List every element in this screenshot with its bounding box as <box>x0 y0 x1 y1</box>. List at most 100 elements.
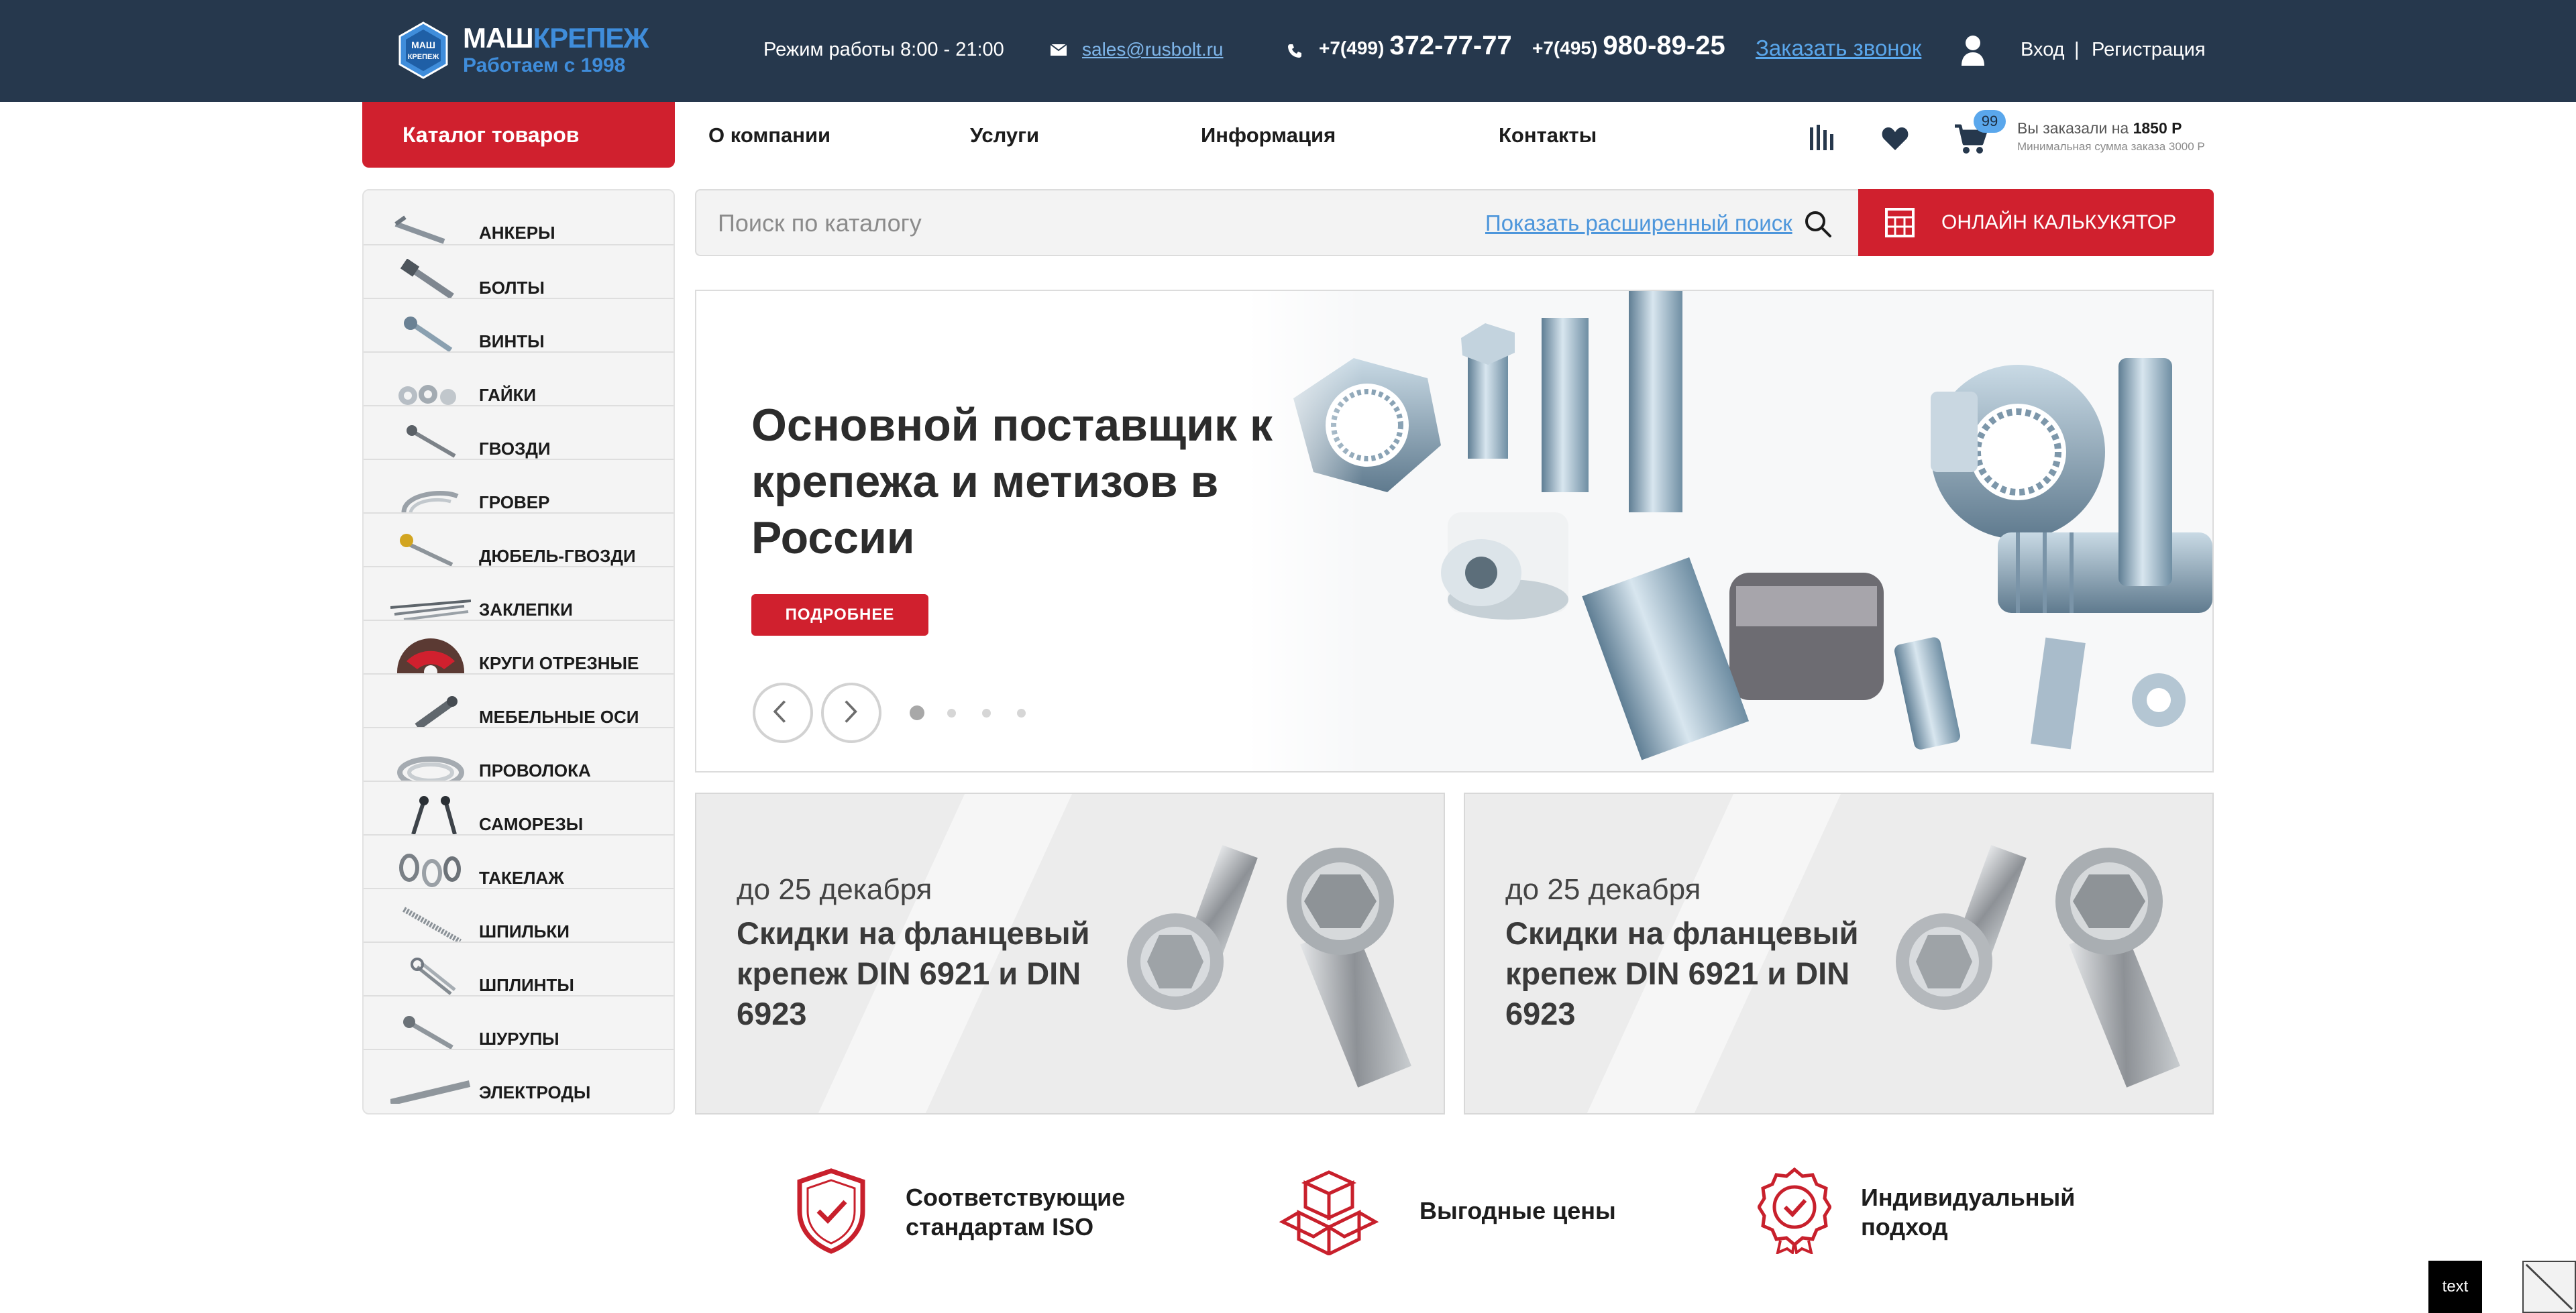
promo-card[interactable]: до 25 декабря Скидки на фланцевый крепеж… <box>695 793 1445 1115</box>
svg-text:МАШ: МАШ <box>411 40 435 50</box>
sidebar-item-cotter-pins[interactable]: ШПЛИНТЫ <box>364 941 674 995</box>
cart-summary[interactable]: Вы заказали на 1850 Р Минимальная сумма … <box>2017 119 2205 154</box>
promo-card[interactable]: до 25 декабря Скидки на фланцевый крепеж… <box>1464 793 2214 1115</box>
feature-iso-text: Соответствующие стандартам ISO <box>906 1184 1126 1241</box>
award-badge-icon <box>1758 1167 1831 1254</box>
user-icon[interactable] <box>1960 35 1986 66</box>
phone-number-1[interactable]: +7(499) 372-77-77 <box>1319 31 1512 63</box>
hero-slide-dot-3[interactable] <box>982 709 991 718</box>
promo-title: Скидки на фланцевый крепеж DIN 6921 и DI… <box>1505 915 1859 1031</box>
sidebar-item-label: МЕБЕЛЬНЫЕ ОСИ <box>479 707 639 727</box>
sidebar-item-label: АНКЕРЫ <box>479 223 555 243</box>
sidebar-item-cutting-discs[interactable]: КРУГИ ОТРЕЗНЫЕ <box>364 620 674 675</box>
sidebar-item-rigging[interactable]: ТАКЕЛАЖ <box>364 834 674 888</box>
rivet-thumb-icon <box>390 600 471 621</box>
sidebar-item-anchors[interactable]: АНКЕРЫ <box>364 190 674 244</box>
callback-link[interactable]: Заказать звонок <box>1756 34 1921 63</box>
sidebar-item-label: ЭЛЕКТРОДЫ <box>479 1082 591 1102</box>
sidebar-item-self-tapping-screws[interactable]: САМОРЕЗЫ <box>364 781 674 835</box>
sidebar-item-grover[interactable]: ГРОВЕР <box>364 459 674 513</box>
sidebar-item-label: ТАКЕЛАЖ <box>479 868 564 888</box>
sidebar-item-wood-screws[interactable]: ШУРУПЫ <box>364 995 674 1050</box>
dowel-nail-thumb-icon <box>400 534 453 567</box>
hero-more-button[interactable]: ПОДРОБНЕЕ <box>751 594 928 636</box>
auth-separator: | <box>2074 39 2080 60</box>
sidebar-item-label: ШПИЛЬКИ <box>479 921 570 941</box>
sidebar-item-label: ГВОЗДИ <box>479 439 551 459</box>
register-link[interactable]: Регистрация <box>2092 35 2206 64</box>
diagonal-line-icon <box>2525 1263 2573 1310</box>
threaded-stud-thumb-icon <box>402 907 462 943</box>
hero-slide-dot-4[interactable] <box>1017 709 1026 718</box>
search-input[interactable]: Поиск по каталогу <box>718 209 922 237</box>
promo-date: до 25 декабря <box>1505 873 1701 906</box>
mail-icon <box>1051 44 1067 56</box>
shield-check-icon <box>797 1168 865 1254</box>
self-tapping-screw-thumb-icon <box>411 796 457 835</box>
sidebar-item-label: КРУГИ ОТРЕЗНЫЕ <box>479 653 639 673</box>
text-tool-button[interactable]: text <box>2428 1261 2482 1313</box>
nut-thumb-icon <box>398 385 456 405</box>
online-calculator-button[interactable]: ОНЛАЙН КАЛЬКУКЯТОР <box>1858 189 2214 256</box>
search-icon[interactable] <box>1803 209 1833 239</box>
sidebar-item-furniture-axles[interactable]: МЕБЕЛЬНЫЕ ОСИ <box>364 673 674 728</box>
sidebar-item-dowel-nails[interactable]: ДЮБЕЛЬ-ГВОЗДИ <box>364 512 674 567</box>
hero-title: Основной поставщик к крепежа и метизов в… <box>751 400 1273 563</box>
advanced-search-link[interactable]: Показать расширенный поиск <box>1485 211 1792 236</box>
cart-min-order: Минимальная сумма заказа 3000 Р <box>2017 140 2205 153</box>
hero-slide-dot-2[interactable] <box>947 709 956 718</box>
box-icon <box>1279 1170 1379 1255</box>
compare-icon[interactable] <box>1809 125 1837 150</box>
sidebar-item-nuts[interactable]: ГАЙКИ <box>364 351 674 405</box>
cart-count-badge: 99 <box>1974 110 2006 133</box>
cutting-disc-thumb-icon <box>397 638 464 675</box>
top-bar: МАШ КРЕПЕЖ МАШКРЕПЕЖ Работаем с 1998 Реж… <box>0 0 2576 102</box>
flange-bolts-image <box>1896 845 2180 1088</box>
sidebar-item-wire[interactable]: ПРОВОЛОКА <box>364 727 674 782</box>
calculator-label: ОНЛАЙН КАЛЬКУКЯТОР <box>1941 211 2177 233</box>
working-hours: Режим работы 8:00 - 21:00 <box>763 39 1004 60</box>
rigging-thumb-icon <box>399 854 461 887</box>
cart-summary-prefix: Вы заказали на <box>2017 119 2129 137</box>
hero-prev-button[interactable] <box>753 683 813 743</box>
promo-date: до 25 декабря <box>737 873 932 906</box>
hero-slide-dot-1[interactable] <box>910 705 924 720</box>
nail-thumb-icon <box>407 425 456 458</box>
nav-item-information[interactable]: Информация <box>1201 123 1336 148</box>
sidebar-item-bolts[interactable]: БОЛТЫ <box>364 244 674 299</box>
nav-item-services[interactable]: Услуги <box>970 123 1039 148</box>
sidebar-item-label: ГРОВЕР <box>479 492 550 512</box>
catalog-button[interactable]: Каталог товаров <box>362 102 675 168</box>
calculator-icon <box>1885 208 1915 237</box>
sidebar-item-label: ШПЛИНТЫ <box>479 975 574 995</box>
nav-item-contacts[interactable]: Контакты <box>1499 123 1597 148</box>
logo-tagline: Работаем с 1998 <box>463 54 626 76</box>
feature-approach-text: Индивидуальный подход <box>1861 1184 2076 1241</box>
favorites-heart-icon[interactable] <box>1881 126 1909 152</box>
anchor-thumb-icon <box>394 215 445 244</box>
sidebar-item-studs[interactable]: ШПИЛЬКИ <box>364 888 674 943</box>
page: МАШ КРЕПЕЖ МАШКРЕПЕЖ Работаем с 1998 Реж… <box>0 0 2576 1313</box>
phone-number-2[interactable]: +7(495) 980-89-25 <box>1532 31 1725 63</box>
logo[interactable]: МАШ КРЕПЕЖ МАШКРЕПЕЖ Работаем с 1998 <box>397 13 679 87</box>
sidebar-item-label: ЗАКЛЕПКИ <box>479 600 573 620</box>
cart-summary-amount: 1850 Р <box>2133 119 2182 137</box>
sidebar-item-label: ДЮБЕЛЬ-ГВОЗДИ <box>479 546 636 566</box>
sidebar-item-label: ПРОВОЛОКА <box>479 760 591 781</box>
electrode-thumb-icon <box>390 1080 471 1104</box>
login-link[interactable]: Вход <box>2021 35 2065 64</box>
nav-item-about[interactable]: О компании <box>708 123 830 148</box>
catalog-search[interactable]: Поиск по каталогу Показать расширенный п… <box>695 189 1858 256</box>
phone-icon <box>1288 44 1301 58</box>
svg-text:КРЕПЕЖ: КРЕПЕЖ <box>408 53 439 61</box>
sidebar-item-electrodes[interactable]: ЭЛЕКТРОДЫ <box>364 1049 674 1104</box>
logo-name: МАШКРЕПЕЖ <box>463 22 649 54</box>
hero-next-button[interactable] <box>821 683 881 743</box>
sidebar-item-nails[interactable]: ГВОЗДИ <box>364 405 674 459</box>
corner-widget[interactable] <box>2522 1261 2576 1313</box>
email-link[interactable]: sales@rusbolt.ru <box>1082 35 1224 64</box>
promo-title: Скидки на фланцевый крепеж DIN 6921 и DI… <box>737 915 1090 1031</box>
sidebar-item-label: БОЛТЫ <box>479 278 545 298</box>
sidebar-item-rivets[interactable]: ЗАКЛЕПКИ <box>364 566 674 621</box>
sidebar-item-screws[interactable]: ВИНТЫ <box>364 298 674 353</box>
